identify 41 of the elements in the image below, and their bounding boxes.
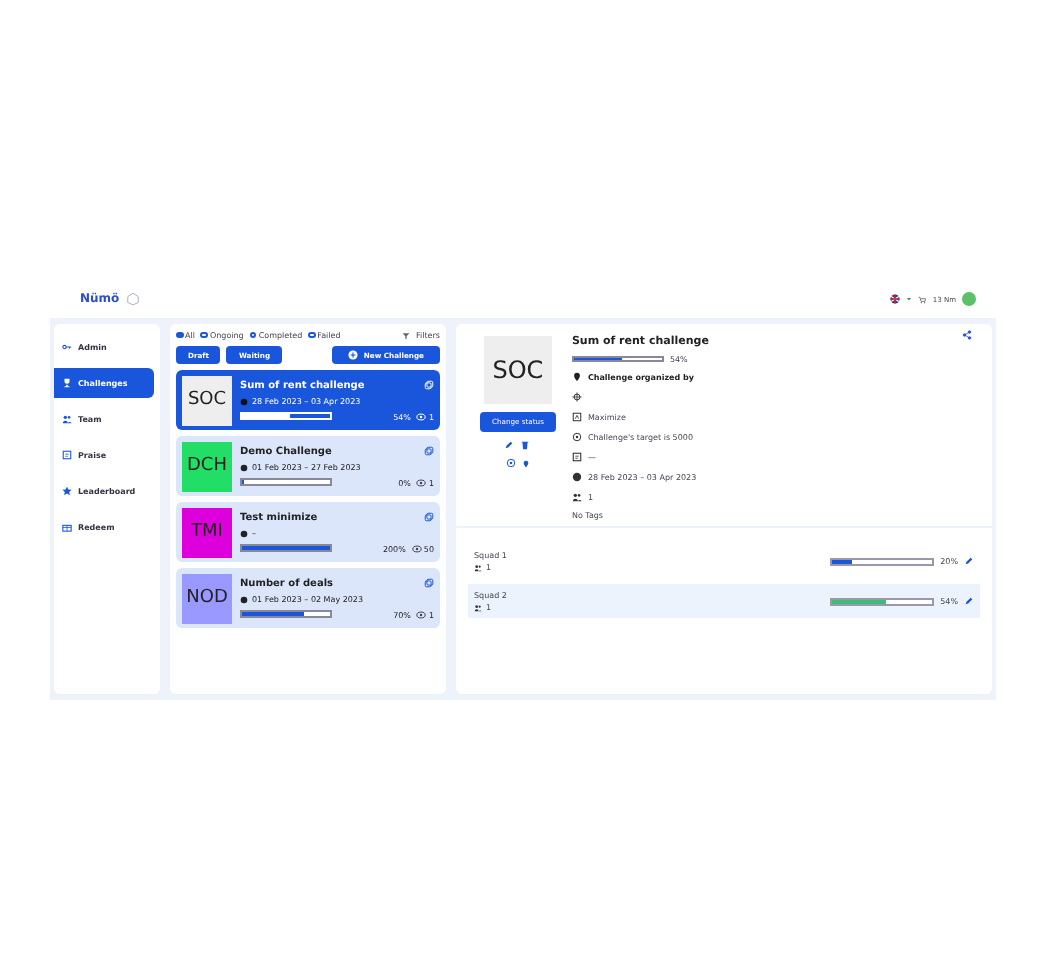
plus-icon bbox=[347, 350, 358, 360]
challenge-code: NOD bbox=[182, 573, 232, 623]
key-icon bbox=[62, 342, 72, 352]
radio-button[interactable] bbox=[200, 331, 208, 339]
share-icon bbox=[962, 330, 972, 340]
people-icon bbox=[571, 492, 582, 502]
eye-icon bbox=[411, 543, 422, 553]
mode-icon bbox=[571, 412, 582, 422]
edit-icon bbox=[964, 596, 974, 606]
goal-icon bbox=[571, 432, 582, 442]
challenge-code: SOC bbox=[182, 375, 232, 425]
filter-icon bbox=[402, 331, 410, 339]
copy-icon bbox=[424, 512, 434, 522]
people-icon bbox=[62, 414, 72, 424]
caret-icon bbox=[906, 296, 913, 302]
radio-button[interactable] bbox=[308, 331, 316, 339]
trash-icon bbox=[520, 440, 531, 450]
star-icon bbox=[62, 486, 72, 496]
trophy-icon bbox=[62, 378, 72, 388]
copy-icon bbox=[424, 380, 434, 390]
challenge-code: DCH bbox=[182, 441, 232, 491]
radio-button[interactable] bbox=[176, 331, 183, 339]
eye-icon bbox=[416, 477, 427, 487]
radio-button[interactable] bbox=[249, 331, 257, 339]
note-icon bbox=[571, 452, 582, 462]
edit-icon bbox=[964, 556, 974, 566]
challenge-code: SOC bbox=[483, 336, 552, 404]
copy-icon bbox=[424, 578, 434, 588]
people-icon bbox=[474, 563, 482, 571]
eye-icon bbox=[416, 411, 427, 421]
challenge-code: TMI bbox=[182, 507, 232, 557]
people-icon bbox=[474, 603, 482, 611]
copy-icon bbox=[424, 446, 434, 456]
eye-icon bbox=[416, 609, 427, 619]
note-icon bbox=[62, 450, 72, 460]
pin-icon bbox=[571, 372, 582, 382]
cart-icon bbox=[918, 295, 927, 303]
flag-icon bbox=[890, 294, 901, 304]
target-icon bbox=[571, 392, 582, 402]
edit-icon bbox=[504, 440, 515, 450]
logo-icon bbox=[125, 292, 140, 306]
